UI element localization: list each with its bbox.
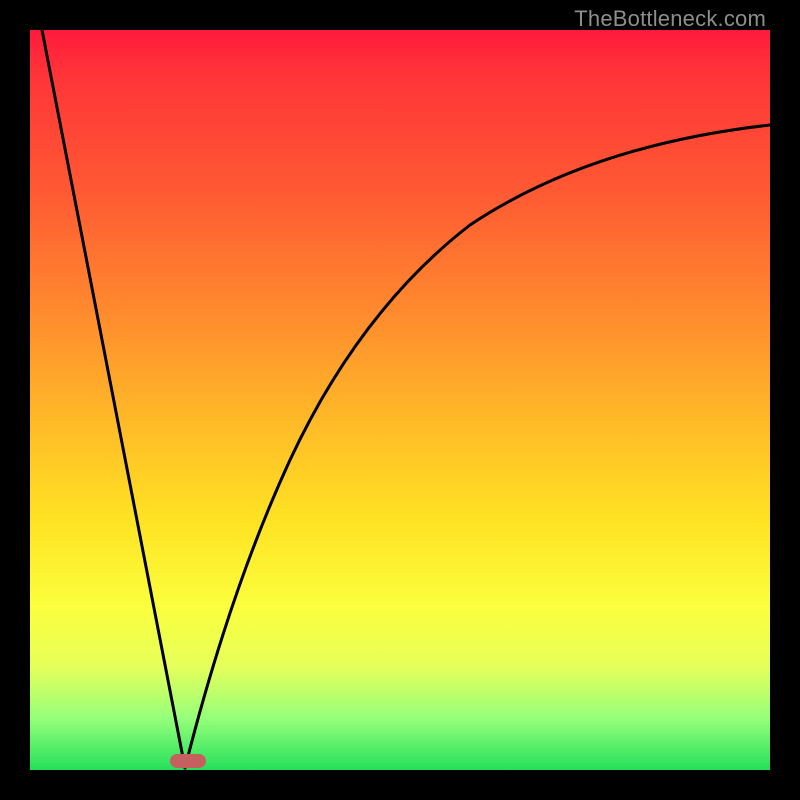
curve-right-branch — [185, 125, 770, 768]
bottleneck-curve — [30, 30, 770, 770]
watermark-text: TheBottleneck.com — [574, 6, 766, 32]
curve-left-branch — [42, 30, 185, 768]
minimum-marker — [170, 754, 206, 768]
plot-area — [30, 30, 770, 770]
chart-frame: TheBottleneck.com — [0, 0, 800, 800]
